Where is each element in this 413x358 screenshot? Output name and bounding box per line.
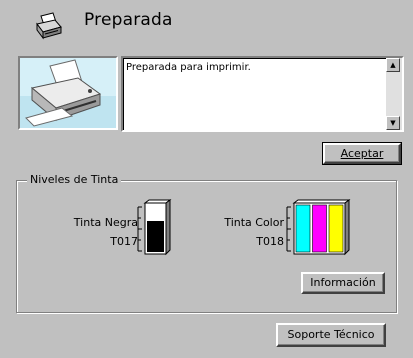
- cyan-ink-fill: [295, 204, 311, 253]
- color-ink-code: T018: [256, 235, 284, 248]
- black-ink-code: T017: [110, 235, 138, 248]
- status-message: Preparada para imprimir.: [126, 62, 251, 73]
- color-ink-gauge: [286, 199, 351, 256]
- black-ink-gauge: [137, 199, 172, 256]
- support-button[interactable]: Soporte Técnico: [276, 323, 386, 347]
- black-ink-label: Tinta Negra: [73, 216, 138, 229]
- printer-icon: [34, 12, 64, 40]
- printer-image: [18, 56, 118, 130]
- accept-button[interactable]: Aceptar: [322, 142, 402, 165]
- color-ink-label: Tinta Color: [224, 216, 284, 229]
- message-scrollbar[interactable]: ▲ ▼: [386, 58, 402, 130]
- black-ink-fill: [147, 221, 164, 252]
- magenta-ink-fill: [312, 204, 327, 253]
- yellow-ink-fill: [328, 204, 344, 253]
- info-button[interactable]: Información: [301, 272, 385, 294]
- accept-button-label: Aceptar: [340, 147, 384, 160]
- scroll-down-icon[interactable]: ▼: [386, 116, 400, 130]
- status-title: Preparada: [84, 10, 173, 30]
- status-message-box[interactable]: Preparada para imprimir. ▲ ▼: [121, 56, 404, 132]
- scroll-up-icon[interactable]: ▲: [386, 58, 400, 72]
- ink-levels-label: Niveles de Tinta: [27, 173, 122, 186]
